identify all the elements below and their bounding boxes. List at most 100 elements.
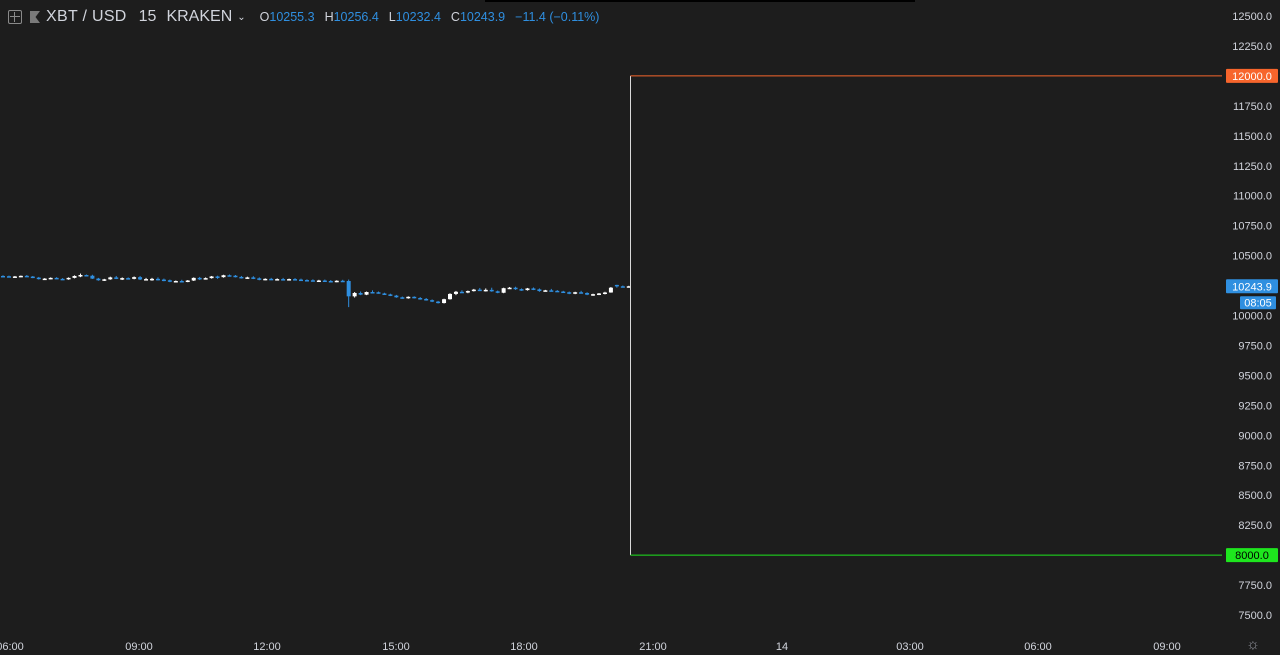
price-axis-tick-label: 10500.0	[1232, 251, 1272, 263]
candle-body	[340, 280, 345, 283]
candle-body	[42, 278, 47, 281]
price-axis-tick-label: 9000.0	[1238, 430, 1272, 442]
candle-body	[448, 293, 452, 300]
candle-body	[602, 292, 607, 294]
candle-body	[72, 275, 77, 278]
candle-body	[60, 278, 65, 281]
candle-body	[287, 279, 292, 281]
price-axis-tick-label: 11750.0	[1233, 101, 1272, 113]
price-axis-tick-label: 9750.0	[1238, 340, 1272, 352]
candle-body	[316, 280, 321, 283]
candle-body	[442, 299, 447, 304]
candle-body	[78, 275, 83, 277]
candle-body	[155, 278, 160, 281]
candle-body	[370, 292, 375, 294]
candle-body	[346, 280, 351, 297]
candle-body	[150, 278, 154, 281]
candle-body	[579, 292, 584, 294]
candle-body	[66, 277, 71, 280]
candle-body	[597, 293, 601, 295]
countdown-badge-text: 08:05	[1244, 297, 1272, 309]
exchange-label[interactable]: KRAKEN	[166, 8, 232, 26]
candle-body	[495, 291, 500, 293]
candle-body	[203, 278, 208, 280]
time-axis-tick-label: 09:00	[1153, 641, 1181, 653]
candle-body	[132, 277, 137, 279]
candle-body	[567, 292, 572, 294]
candle-body	[179, 280, 184, 283]
candle-body	[108, 277, 113, 280]
close-value: 10243.9	[459, 10, 506, 24]
candle-body	[614, 284, 619, 287]
chevron-down-icon[interactable]: ⌄	[237, 12, 245, 23]
top-toolbar-edge	[485, 0, 915, 2]
price-axis-tick-label: 8500.0	[1238, 490, 1272, 502]
candle-body	[120, 278, 125, 280]
candle-body	[233, 275, 238, 278]
candle-body	[525, 288, 530, 291]
candle-body	[513, 287, 518, 290]
price-axis-tick-label: 8750.0	[1238, 460, 1272, 472]
candle-body	[400, 297, 405, 299]
candle-body	[191, 277, 196, 281]
candle-body	[263, 278, 268, 281]
candle-body	[310, 280, 315, 282]
candle-body	[418, 298, 423, 300]
symbol-name[interactable]: XBT / USD	[46, 8, 127, 26]
candle-body	[358, 292, 363, 295]
price-chart[interactable]: 12500.0 12250.0 12000.0 11750.0 11500.0 11250…	[0, 0, 1280, 655]
add-symbol-icon[interactable]	[8, 10, 22, 24]
interval-label[interactable]: 15	[139, 8, 157, 26]
time-axis-tick-label: 03:00	[896, 641, 924, 653]
last-price-label-badge-text: 10243.9	[1232, 281, 1272, 293]
candle-body	[501, 288, 506, 293]
low-label: L	[388, 10, 396, 24]
time-axis-tick-label: 09:00	[125, 641, 153, 653]
candle-body	[489, 289, 494, 292]
price-axis-tick-label: 9250.0	[1238, 400, 1272, 412]
candle-body	[388, 294, 393, 296]
candle-body	[281, 279, 286, 281]
candle-body	[585, 292, 590, 295]
candle-body	[269, 278, 274, 281]
candle-body	[453, 291, 458, 294]
candle-body	[18, 275, 23, 278]
candle-body	[352, 292, 357, 297]
candle-body	[293, 279, 298, 281]
candle-body	[24, 275, 29, 278]
candle-body	[412, 296, 417, 299]
candle-body	[102, 279, 107, 281]
time-axis-tick-label: 14	[776, 641, 788, 653]
open-value: 10255.3	[269, 10, 315, 24]
candle-body	[275, 279, 280, 281]
time-axis-tick-label: 06:00	[1024, 641, 1052, 653]
candle-body	[531, 288, 536, 290]
candle-body	[96, 278, 101, 281]
candle-body	[6, 276, 11, 278]
candle-body	[543, 290, 548, 292]
time-axis-tick-label: 15:00	[382, 641, 410, 653]
candle-body	[561, 291, 566, 294]
candle-body	[459, 291, 464, 294]
open-label: O	[259, 10, 270, 24]
candle-body	[424, 298, 429, 301]
time-axis-tick-label: 21:00	[639, 641, 667, 653]
candle-body	[144, 279, 149, 281]
price-axis-tick-label: 11500.0	[1233, 131, 1272, 143]
candle-body	[620, 286, 625, 288]
candle-body	[48, 277, 53, 280]
price-axis-tick-label: 7750.0	[1238, 580, 1272, 592]
candle-body	[549, 290, 554, 292]
candle-body	[54, 277, 59, 280]
candle-body	[215, 276, 220, 278]
time-axis-tick-label: 12:00	[253, 641, 281, 653]
settings-gear-icon[interactable]: ☼	[1244, 636, 1262, 654]
candle-body	[257, 278, 262, 280]
candle-body	[483, 289, 488, 292]
candle-body	[394, 295, 399, 298]
candle-body	[1, 275, 5, 278]
candle-body	[209, 276, 214, 279]
flag-icon[interactable]	[30, 11, 40, 23]
candle-body	[477, 289, 482, 292]
candle-body	[30, 276, 35, 279]
